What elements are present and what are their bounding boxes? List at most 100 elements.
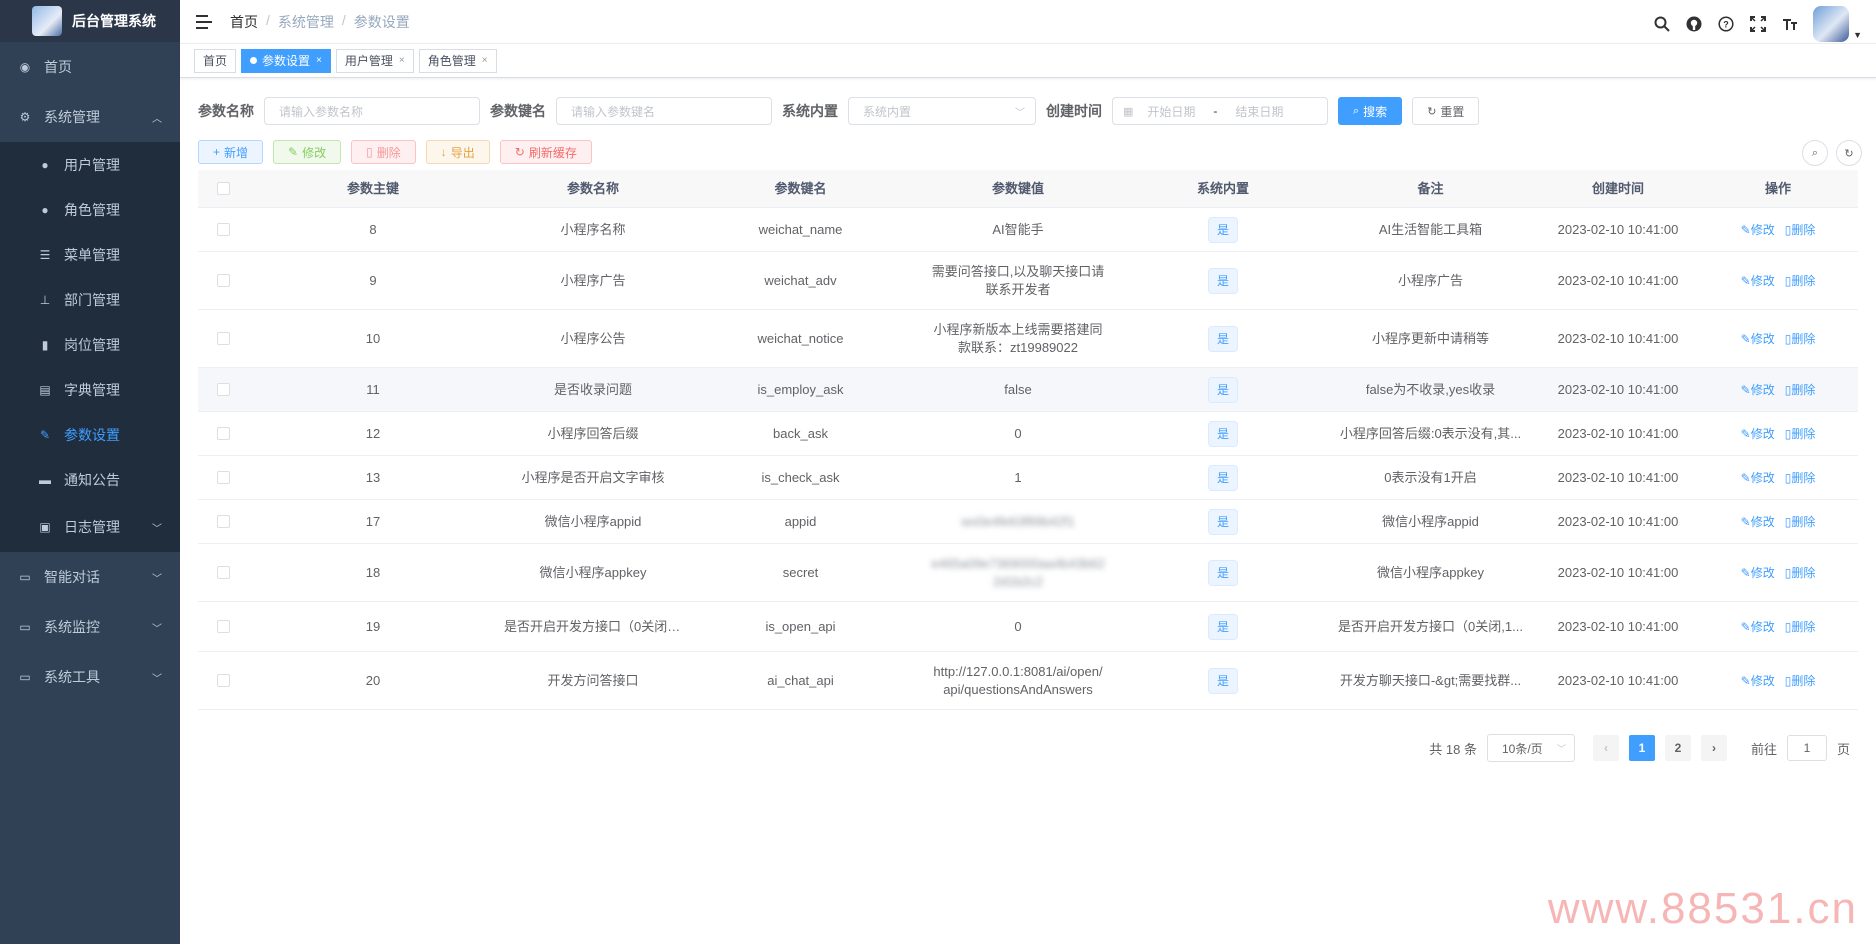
page-size-select[interactable]: 10条/页 ﹀: [1486, 734, 1575, 762]
page-button[interactable]: 1: [1628, 735, 1655, 761]
breadcrumb-home[interactable]: 首页: [230, 12, 258, 32]
row-edit-button[interactable]: ✎修改: [1741, 513, 1775, 531]
next-page-button[interactable]: ›: [1700, 735, 1727, 761]
sidebar-item-users[interactable]: ● 用户管理: [0, 142, 180, 187]
row-edit-button[interactable]: ✎修改: [1741, 672, 1775, 690]
github-icon[interactable]: [1685, 15, 1703, 33]
add-button[interactable]: + 新增: [198, 140, 264, 164]
row-delete-button[interactable]: ▯删除: [1785, 513, 1816, 531]
row-edit-button[interactable]: ✎修改: [1741, 381, 1775, 399]
sidebar-item-dict[interactable]: ▤ 字典管理: [0, 367, 180, 412]
sidebar-item-roles[interactable]: ● 角色管理: [0, 187, 180, 232]
row-delete-button[interactable]: ▯删除: [1785, 221, 1816, 239]
row-edit-button[interactable]: ✎修改: [1741, 618, 1775, 636]
search-icon[interactable]: [1653, 15, 1671, 33]
tag-users[interactable]: 用户管理 ×: [335, 48, 414, 73]
table-row[interactable]: 12 小程序回答后缀 back_ask 0 是 小程序回答后缀:0表示没有,其... 202…: [198, 412, 1858, 456]
trash-icon: ▯: [366, 145, 373, 159]
user-icon: ●: [41, 157, 49, 172]
row-delete-button[interactable]: ▯删除: [1785, 618, 1816, 636]
close-icon[interactable]: ×: [399, 55, 405, 66]
config-name-input[interactable]: 请输入参数名称: [264, 97, 480, 125]
row-delete-button[interactable]: ▯删除: [1785, 272, 1816, 290]
logo[interactable]: 后台管理系统: [0, 0, 180, 42]
refresh-cache-button[interactable]: ↻ 刷新缓存: [499, 140, 592, 164]
sidebar-item-depts[interactable]: ⊥ 部门管理: [0, 277, 180, 322]
edit-button[interactable]: ✎ 修改: [273, 140, 342, 164]
goto-page-input[interactable]: 1: [1786, 735, 1827, 761]
row-checkbox[interactable]: [216, 427, 230, 440]
tag-config[interactable]: 参数设置 ×: [241, 48, 331, 73]
refresh-table-button[interactable]: ↻: [1836, 140, 1862, 166]
row-edit-button[interactable]: ✎修改: [1741, 272, 1775, 290]
sidebar-item-notice[interactable]: ▬ 通知公告: [0, 457, 180, 502]
row-delete-button[interactable]: ▯删除: [1785, 381, 1816, 399]
row-delete-button[interactable]: ▯删除: [1785, 425, 1816, 443]
sidebar-item-posts[interactable]: ▮ 岗位管理: [0, 322, 180, 367]
avatar[interactable]: [1813, 6, 1850, 42]
row-edit-button[interactable]: ✎修改: [1741, 221, 1775, 239]
sidebar-item-chat[interactable]: ▭ 智能对话 ﹀: [0, 552, 180, 602]
page-button[interactable]: 2: [1664, 735, 1691, 761]
question-icon[interactable]: ?: [1717, 15, 1735, 33]
row-select-cell: [198, 674, 248, 687]
fullscreen-icon[interactable]: [1749, 15, 1767, 33]
config-key-input[interactable]: 请输入参数键名: [556, 97, 772, 125]
sidebar-item-tools[interactable]: ▭ 系统工具 ﹀: [0, 652, 180, 702]
table-row[interactable]: 19 是否开启开发方接口（0关闭,1... is_open_api 0 是 是否开启开发方…: [198, 602, 1858, 652]
row-checkbox[interactable]: [216, 383, 230, 396]
row-checkbox[interactable]: [216, 223, 230, 236]
row-edit-button[interactable]: ✎修改: [1741, 564, 1775, 582]
date-range-picker[interactable]: ▦ 开始日期 - 结束日期: [1112, 97, 1328, 125]
search-button[interactable]: ⌕ 搜索: [1338, 97, 1403, 125]
caret-down-icon[interactable]: ▼: [1853, 30, 1862, 40]
close-icon[interactable]: ×: [316, 55, 322, 66]
row-delete-button[interactable]: ▯删除: [1785, 564, 1816, 582]
sidebar-item-system[interactable]: ⚙ 系统管理 ︿: [0, 92, 180, 142]
table-row[interactable]: 9 小程序广告 weichat_adv 需要问答接口,以及聊天接口请联系开发者 是 小程序…: [198, 252, 1858, 310]
row-checkbox[interactable]: [216, 515, 230, 528]
select-all-checkbox[interactable]: [216, 182, 230, 195]
dict-icon: ▤: [39, 382, 51, 397]
table-row[interactable]: 20 开发方问答接口 ai_chat_api http://127.0.0.1:808…: [198, 652, 1858, 710]
config-table: 参数主键 参数名称 参数键名 参数键值 系统内置 备注 创建时间 操作 8 小程序…: [198, 170, 1858, 710]
row-checkbox[interactable]: [216, 332, 230, 345]
sidebar-item-monitor[interactable]: ▭ 系统监控 ﹀: [0, 602, 180, 652]
row-checkbox[interactable]: [216, 471, 230, 484]
table-row[interactable]: 17 微信小程序appid appid wx0e4fe63f89b42f1 是 微信小程序…: [198, 500, 1858, 544]
delete-button[interactable]: ▯ 删除: [351, 140, 416, 164]
font-size-icon[interactable]: [1781, 15, 1799, 33]
close-icon[interactable]: ×: [482, 55, 488, 66]
row-delete-button[interactable]: ▯删除: [1785, 672, 1816, 690]
config-type-select[interactable]: 系统内置 ﹀: [848, 97, 1036, 125]
table-row[interactable]: 10 小程序公告 weichat_notice 小程序新版本上线需要搭建同款联系：zt…: [198, 310, 1858, 368]
row-edit-button[interactable]: ✎修改: [1741, 425, 1775, 443]
toggle-search-button[interactable]: ⌕: [1802, 140, 1828, 166]
table-row[interactable]: 11 是否收录问题 is_employ_ask false 是 false为不收录,yes…: [198, 368, 1858, 412]
header-cell: 参数键值: [991, 180, 1044, 196]
tag-roles[interactable]: 角色管理 ×: [418, 48, 497, 73]
sidebar-item-config[interactable]: ✎ 参数设置: [0, 412, 180, 457]
table-row[interactable]: 18 微信小程序appkey secret e465a09e7369000aa4b43…: [198, 544, 1858, 602]
row-edit-button[interactable]: ✎修改: [1741, 330, 1775, 348]
row-delete-button[interactable]: ▯删除: [1785, 469, 1816, 487]
row-checkbox[interactable]: [216, 566, 230, 579]
sidebar-item-label: 通知公告: [64, 471, 120, 488]
reset-button[interactable]: ↻ 重置: [1412, 97, 1480, 125]
row-delete-button[interactable]: ▯删除: [1785, 330, 1816, 348]
prev-page-button[interactable]: ‹: [1592, 735, 1619, 761]
row-checkbox[interactable]: [216, 620, 230, 633]
sidebar-item-menus[interactable]: ☰ 菜单管理: [0, 232, 180, 277]
table-row[interactable]: 8 小程序名称 weichat_name AI智能手 是 AI生活智能工具箱 2023-02…: [198, 208, 1858, 252]
sidebar-item-home[interactable]: ◉ 首页: [0, 42, 180, 92]
tag-home[interactable]: 首页: [194, 48, 237, 73]
config-id: 11: [366, 381, 380, 397]
row-edit-button[interactable]: ✎修改: [1741, 469, 1775, 487]
hamburger-icon[interactable]: [196, 14, 212, 29]
export-button[interactable]: ↓ 导出: [425, 140, 490, 164]
row-checkbox[interactable]: [216, 274, 230, 287]
builtin-cell: 是: [1123, 325, 1323, 352]
table-row[interactable]: 13 小程序是否开启文字审核 is_check_ask 1 是 0表示没有1开启 2023-…: [198, 456, 1858, 500]
sidebar-item-log[interactable]: ▣ 日志管理 ﹀: [0, 502, 180, 552]
row-checkbox[interactable]: [216, 674, 230, 687]
